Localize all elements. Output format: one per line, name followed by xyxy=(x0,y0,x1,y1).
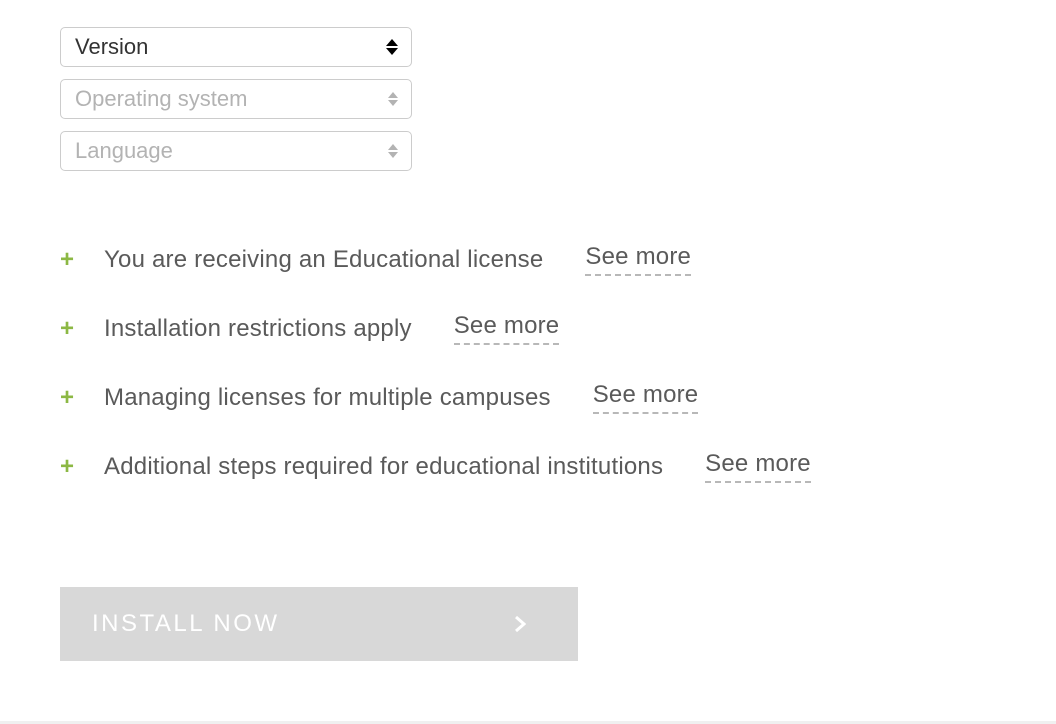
see-more-link[interactable]: See more xyxy=(593,381,699,414)
see-more-link[interactable]: See more xyxy=(454,312,560,345)
os-select: Operating system xyxy=(60,79,412,119)
info-text: Managing licenses for multiple campuses xyxy=(104,384,551,412)
plus-icon: + xyxy=(60,246,74,274)
info-row: + Installation restrictions apply See mo… xyxy=(60,312,996,345)
language-select-wrapper: Language xyxy=(60,131,412,171)
info-list: + You are receiving an Educational licen… xyxy=(60,243,996,483)
language-select: Language xyxy=(60,131,412,171)
install-now-button[interactable]: INSTALL NOW xyxy=(60,587,578,661)
see-more-link[interactable]: See more xyxy=(705,450,811,483)
chevron-right-icon xyxy=(514,615,526,633)
info-row: + You are receiving an Educational licen… xyxy=(60,243,996,276)
plus-icon: + xyxy=(60,384,74,412)
version-select[interactable]: Version xyxy=(60,27,412,67)
plus-icon: + xyxy=(60,315,74,343)
plus-icon: + xyxy=(60,453,74,481)
install-button-label: INSTALL NOW xyxy=(92,610,280,638)
info-text: Installation restrictions apply xyxy=(104,315,412,343)
info-text: You are receiving an Educational license xyxy=(104,246,543,274)
info-row: + Managing licenses for multiple campuse… xyxy=(60,381,996,414)
version-select-wrapper: Version xyxy=(60,27,412,67)
see-more-link[interactable]: See more xyxy=(585,243,691,276)
os-select-wrapper: Operating system xyxy=(60,79,412,119)
info-row: + Additional steps required for educatio… xyxy=(60,450,996,483)
info-text: Additional steps required for educationa… xyxy=(104,453,663,481)
